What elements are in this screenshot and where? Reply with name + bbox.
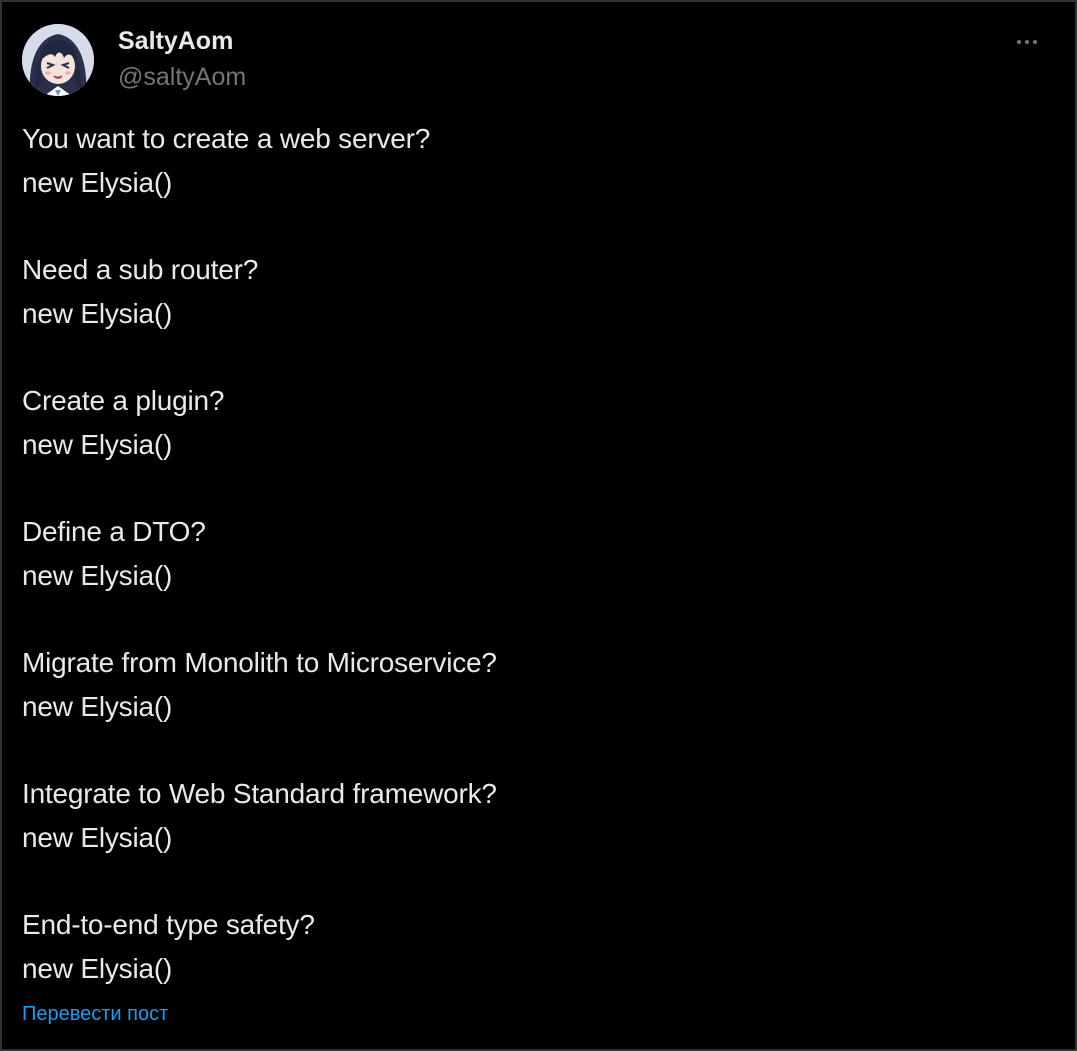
answer-line: new Elysia() [22, 429, 173, 460]
question-line: End-to-end type safety? [22, 909, 315, 940]
tweet-text: You want to create a web server? new Ely… [22, 117, 1055, 991]
question-line: Create a plugin? [22, 385, 225, 416]
tweet-paragraph: Create a plugin? new Elysia() [22, 379, 1055, 467]
answer-line: new Elysia() [22, 167, 173, 198]
answer-line: new Elysia() [22, 822, 173, 853]
author-handle[interactable]: @saltyAom [118, 62, 246, 92]
tweet-paragraph: End-to-end type safety? new Elysia() [22, 903, 1055, 991]
more-options-button[interactable] [1007, 24, 1047, 60]
question-line: Define a DTO? [22, 516, 206, 547]
question-line: Integrate to Web Standard framework? [22, 778, 497, 809]
tweet-card: SaltyAom @saltyAom You want to create a … [0, 0, 1077, 1051]
tweet-paragraph: Integrate to Web Standard framework? new… [22, 772, 1055, 860]
tweet-paragraph: Need a sub router? new Elysia() [22, 248, 1055, 336]
question-line: You want to create a web server? [22, 123, 431, 154]
anime-avatar-icon [22, 24, 94, 96]
tweet-paragraph: Migrate from Monolith to Microservice? n… [22, 641, 1055, 729]
tweet-paragraph: You want to create a web server? new Ely… [22, 117, 1055, 205]
author-display-name[interactable]: SaltyAom [118, 26, 246, 56]
question-line: Migrate from Monolith to Microservice? [22, 647, 497, 678]
question-line: Need a sub router? [22, 254, 259, 285]
answer-line: new Elysia() [22, 953, 173, 984]
translate-post-link[interactable]: Перевести пост [22, 1000, 168, 1028]
answer-line: new Elysia() [22, 560, 173, 591]
author-names: SaltyAom @saltyAom [118, 22, 246, 92]
answer-line: new Elysia() [22, 298, 173, 329]
tweet-header: SaltyAom @saltyAom [22, 22, 1055, 96]
tweet-paragraph: Define a DTO? new Elysia() [22, 510, 1055, 598]
more-horizontal-icon [1015, 40, 1039, 44]
answer-line: new Elysia() [22, 691, 173, 722]
avatar[interactable] [22, 24, 94, 96]
